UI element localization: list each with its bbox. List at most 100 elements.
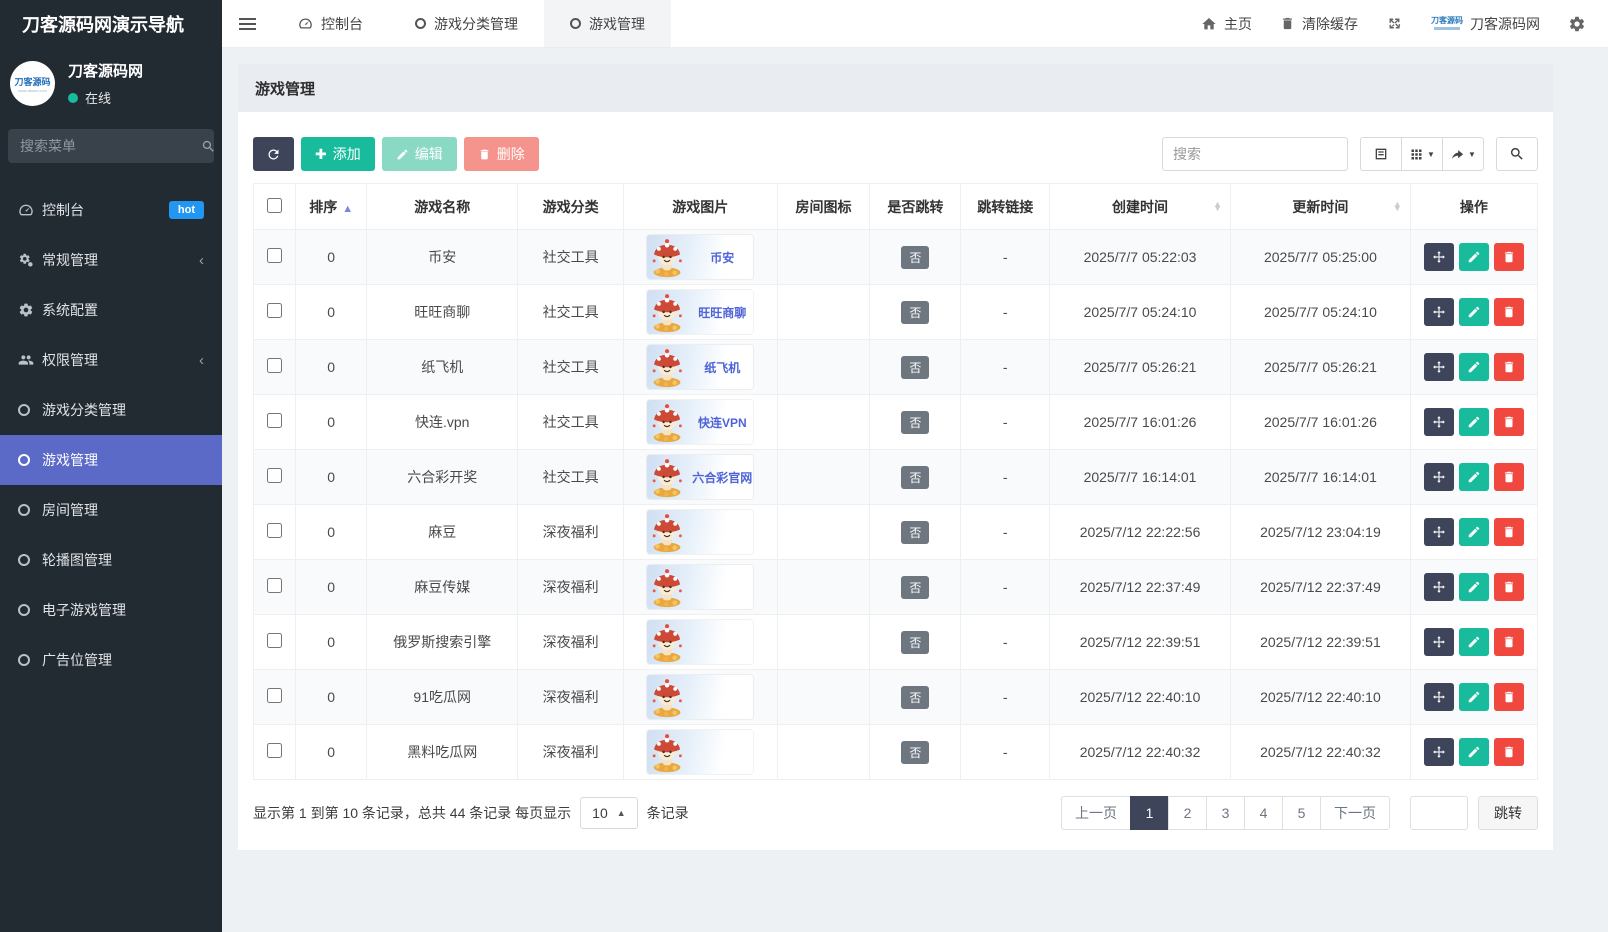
- row-checkbox[interactable]: [267, 303, 282, 318]
- trash-icon: [1280, 16, 1295, 31]
- page-button-5[interactable]: 5: [1282, 796, 1321, 830]
- row-checkbox[interactable]: [267, 578, 282, 593]
- column-header-created[interactable]: 创建时间▲▼: [1050, 184, 1231, 230]
- row-delete-button[interactable]: [1494, 628, 1524, 656]
- sidebar-item-广告位管理[interactable]: 广告位管理: [0, 635, 222, 685]
- page-jump-button[interactable]: 跳转: [1478, 796, 1538, 830]
- row-move-button[interactable]: [1424, 298, 1454, 326]
- row-move-button[interactable]: [1424, 738, 1454, 766]
- sidebar-item-游戏管理[interactable]: 游戏管理: [0, 435, 222, 485]
- sidebar-item-控制台[interactable]: 控制台hot: [0, 185, 222, 235]
- cell-jump-link: -: [961, 450, 1050, 505]
- tab-游戏分类管理[interactable]: 游戏分类管理: [389, 0, 544, 47]
- row-edit-button[interactable]: [1459, 738, 1489, 766]
- row-move-button[interactable]: [1424, 463, 1454, 491]
- next-page-button[interactable]: 下一页: [1320, 796, 1390, 830]
- sidebar-item-电子游戏管理[interactable]: 电子游戏管理: [0, 585, 222, 635]
- row-delete-button[interactable]: [1494, 518, 1524, 546]
- row-edit-button[interactable]: [1459, 518, 1489, 546]
- page-button-4[interactable]: 4: [1244, 796, 1283, 830]
- row-checkbox[interactable]: [267, 633, 282, 648]
- row-checkbox[interactable]: [267, 413, 282, 428]
- detail-view-button[interactable]: [1360, 137, 1402, 171]
- row-delete-button[interactable]: [1494, 298, 1524, 326]
- row-edit-button[interactable]: [1459, 683, 1489, 711]
- row-edit-button[interactable]: [1459, 573, 1489, 601]
- page-jump-input[interactable]: [1410, 796, 1468, 830]
- fullscreen-button[interactable]: [1386, 15, 1403, 32]
- column-header-updated[interactable]: 更新时间▲▼: [1231, 184, 1411, 230]
- row-delete-button[interactable]: [1494, 683, 1524, 711]
- page-size-dropdown[interactable]: 10 ▲: [580, 797, 638, 829]
- table-search-input[interactable]: [1162, 137, 1348, 171]
- row-move-button[interactable]: [1424, 518, 1454, 546]
- search-button[interactable]: [1496, 137, 1538, 171]
- row-edit-button[interactable]: [1459, 298, 1489, 326]
- cell-game-name: 六合彩开奖: [366, 450, 518, 505]
- columns-grid-icon: [1409, 147, 1424, 162]
- settings-button[interactable]: [1568, 15, 1586, 33]
- sidebar-item-权限管理[interactable]: 权限管理‹: [0, 335, 222, 385]
- dashboard-icon: [18, 202, 42, 218]
- row-checkbox[interactable]: [267, 248, 282, 263]
- row-edit-button[interactable]: [1459, 243, 1489, 271]
- prev-page-button[interactable]: 上一页: [1061, 796, 1131, 830]
- row-checkbox[interactable]: [267, 468, 282, 483]
- cell-sort: 0: [296, 505, 367, 560]
- export-button[interactable]: ▼: [1442, 137, 1484, 171]
- row-delete-button[interactable]: [1494, 738, 1524, 766]
- row-delete-button[interactable]: [1494, 408, 1524, 436]
- row-edit-button[interactable]: [1459, 628, 1489, 656]
- export-icon: [1450, 147, 1465, 162]
- row-delete-button[interactable]: [1494, 463, 1524, 491]
- game-image: 六合彩官网: [647, 455, 753, 499]
- page-button-3[interactable]: 3: [1206, 796, 1245, 830]
- tab-游戏管理[interactable]: 游戏管理: [544, 0, 671, 47]
- row-delete-button[interactable]: [1494, 573, 1524, 601]
- cell-category: 深夜福利: [518, 725, 623, 780]
- sidebar-item-常规管理[interactable]: 常规管理‹: [0, 235, 222, 285]
- page-button-1[interactable]: 1: [1130, 796, 1169, 830]
- select-all-checkbox[interactable]: [267, 198, 282, 213]
- sidebar-item-游戏分类管理[interactable]: 游戏分类管理: [0, 385, 222, 435]
- row-edit-button[interactable]: [1459, 463, 1489, 491]
- edit-button[interactable]: 编辑: [382, 137, 457, 171]
- row-edit-button[interactable]: [1459, 353, 1489, 381]
- row-edit-button[interactable]: [1459, 408, 1489, 436]
- cell-updated-time: 2025/7/7 16:01:26: [1231, 395, 1411, 450]
- row-move-button[interactable]: [1424, 573, 1454, 601]
- row-checkbox[interactable]: [267, 688, 282, 703]
- sidebar-search-input[interactable]: [20, 138, 201, 154]
- row-move-button[interactable]: [1424, 408, 1454, 436]
- tab-控制台[interactable]: 控制台: [272, 0, 389, 47]
- row-move-button[interactable]: [1424, 628, 1454, 656]
- columns-button[interactable]: ▼: [1401, 137, 1443, 171]
- refresh-button[interactable]: [253, 137, 294, 171]
- topbar-brand[interactable]: 刀客源码 刀客源码网: [1431, 14, 1540, 34]
- row-delete-button[interactable]: [1494, 243, 1524, 271]
- row-move-button[interactable]: [1424, 243, 1454, 271]
- page-button-2[interactable]: 2: [1168, 796, 1207, 830]
- hamburger-menu-icon[interactable]: [222, 0, 272, 47]
- row-checkbox[interactable]: [267, 743, 282, 758]
- mascot-mushroom-image: [647, 512, 689, 554]
- column-header-sort[interactable]: 排序▲: [296, 184, 367, 230]
- clear-cache-link[interactable]: 清除缓存: [1280, 14, 1358, 34]
- row-move-button[interactable]: [1424, 353, 1454, 381]
- home-link[interactable]: 主页: [1201, 14, 1252, 34]
- cell-sort: 0: [296, 450, 367, 505]
- pagination: 上一页 12345下一页 跳转: [1061, 796, 1538, 830]
- sidebar-item-房间管理[interactable]: 房间管理: [0, 485, 222, 535]
- sidebar-item-轮播图管理[interactable]: 轮播图管理: [0, 535, 222, 585]
- add-button[interactable]: ✚添加: [301, 137, 375, 171]
- sort-icons: ▲▼: [1393, 202, 1402, 212]
- sidebar-item-系统配置[interactable]: 系统配置: [0, 285, 222, 335]
- delete-button[interactable]: 删除: [464, 137, 539, 171]
- avatar-subtext: www.dksmi.com: [18, 88, 47, 93]
- cell-room-icon: [777, 725, 869, 780]
- row-checkbox[interactable]: [267, 358, 282, 373]
- row-move-button[interactable]: [1424, 683, 1454, 711]
- row-delete-button[interactable]: [1494, 353, 1524, 381]
- table-row: 0纸飞机社交工具纸飞机否-2025/7/7 05:26:212025/7/7 0…: [254, 340, 1538, 395]
- row-checkbox[interactable]: [267, 523, 282, 538]
